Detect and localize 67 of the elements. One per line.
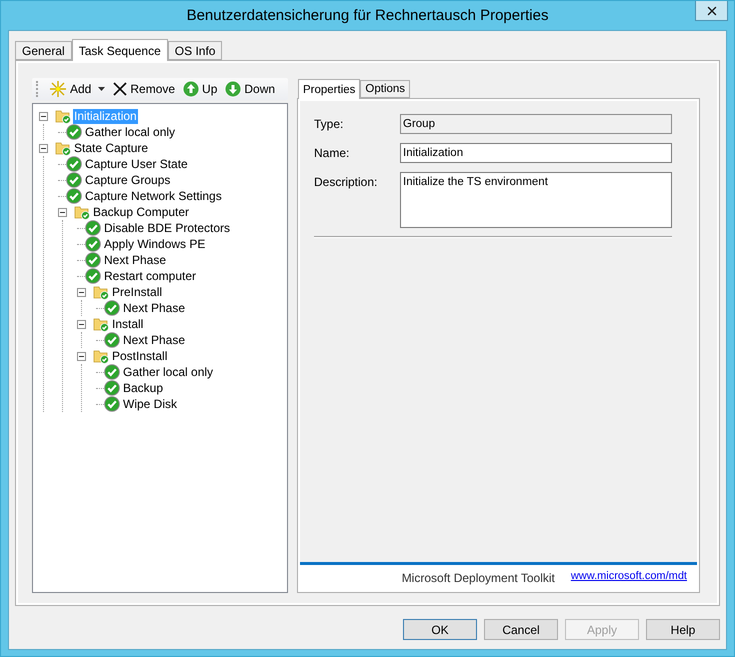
collapse-toggle[interactable]: [58, 208, 67, 216]
text-field[interactable]: Initialization: [400, 143, 672, 163]
dialog-button[interactable]: OK: [403, 619, 477, 640]
tab[interactable]: Properties: [298, 79, 360, 99]
check-icon: [66, 188, 82, 204]
tree-item[interactable]: Apply Windows PE: [103, 236, 206, 252]
tree-item[interactable]: Wipe Disk: [122, 396, 178, 412]
tree-item[interactable]: Restart computer: [103, 268, 198, 284]
tab[interactable]: OS Info: [168, 41, 222, 60]
close-button[interactable]: [695, 1, 728, 21]
folder-check-icon: [55, 108, 71, 124]
tab[interactable]: Options: [360, 80, 410, 98]
dialog-button[interactable]: Help: [646, 619, 720, 640]
folder-check-icon: [93, 316, 109, 332]
window-title: Benutzerdatensicherung für Rechnertausch Properties: [186, 7, 548, 24]
tab[interactable]: General: [15, 41, 72, 60]
tree-item[interactable]: Backup: [122, 380, 164, 396]
field-label: Name:: [314, 145, 350, 162]
tab[interactable]: Task Sequence: [72, 39, 168, 61]
folder-check-icon: [55, 140, 71, 156]
tree-item[interactable]: Gather local only: [84, 124, 176, 140]
check-icon: [104, 380, 120, 396]
check-icon: [85, 220, 101, 236]
footer-text: Microsoft Deployment Toolkit: [402, 570, 555, 584]
field-label: Type:: [314, 116, 344, 133]
check-icon: [66, 156, 82, 172]
dialog-button[interactable]: Cancel: [484, 619, 558, 640]
tree-item[interactable]: Capture Network Settings: [84, 188, 223, 204]
collapse-toggle[interactable]: [77, 320, 86, 328]
collapse-toggle[interactable]: [77, 352, 86, 360]
tree-item[interactable]: Next Phase: [103, 252, 168, 268]
tree-item[interactable]: Next Phase: [122, 300, 186, 316]
tree-item[interactable]: Capture User State: [84, 156, 189, 172]
tree-item[interactable]: PostInstall: [111, 348, 168, 364]
tree-item[interactable]: Capture Groups: [84, 172, 172, 188]
check-icon: [66, 172, 82, 188]
tree-item[interactable]: State Capture: [73, 140, 150, 156]
description-field[interactable]: Initialize the TS environment: [400, 172, 672, 228]
toolbar-button[interactable]: Down: [224, 81, 276, 97]
website-link[interactable]: www.microsoft.com/mdt: [570, 570, 687, 582]
tree-item[interactable]: Disable BDE Protectors: [103, 220, 232, 236]
tree-item[interactable]: Backup Computer: [92, 204, 190, 220]
folder-check-icon: [74, 204, 90, 220]
toolbar-button[interactable]: Remove: [112, 82, 176, 96]
check-icon: [85, 252, 101, 268]
sparkle-icon: [49, 80, 67, 98]
tree-item[interactable]: PreInstall: [111, 284, 164, 300]
tree-item[interactable]: Install: [111, 316, 144, 332]
collapse-toggle[interactable]: [77, 288, 86, 296]
caret-icon: [98, 87, 106, 91]
collapse-toggle[interactable]: [39, 144, 48, 152]
toolbar-button[interactable]: Up: [182, 81, 218, 97]
check-icon: [85, 268, 101, 284]
check-icon: [85, 236, 101, 252]
folder-check-icon: [93, 348, 109, 364]
field-label: Description:: [314, 174, 378, 191]
toolbar-button[interactable]: Add: [48, 80, 106, 98]
check-icon: [104, 396, 120, 412]
check-icon: [104, 332, 120, 348]
tree-item[interactable]: Next Phase: [122, 332, 186, 348]
folder-check-icon: [93, 284, 109, 300]
close-icon: [113, 82, 128, 96]
collapse-toggle[interactable]: [39, 112, 48, 120]
tree-item[interactable]: Gather local only: [122, 364, 214, 380]
check-icon: [66, 124, 82, 140]
check-icon: [104, 364, 120, 380]
check-icon: [104, 300, 120, 316]
